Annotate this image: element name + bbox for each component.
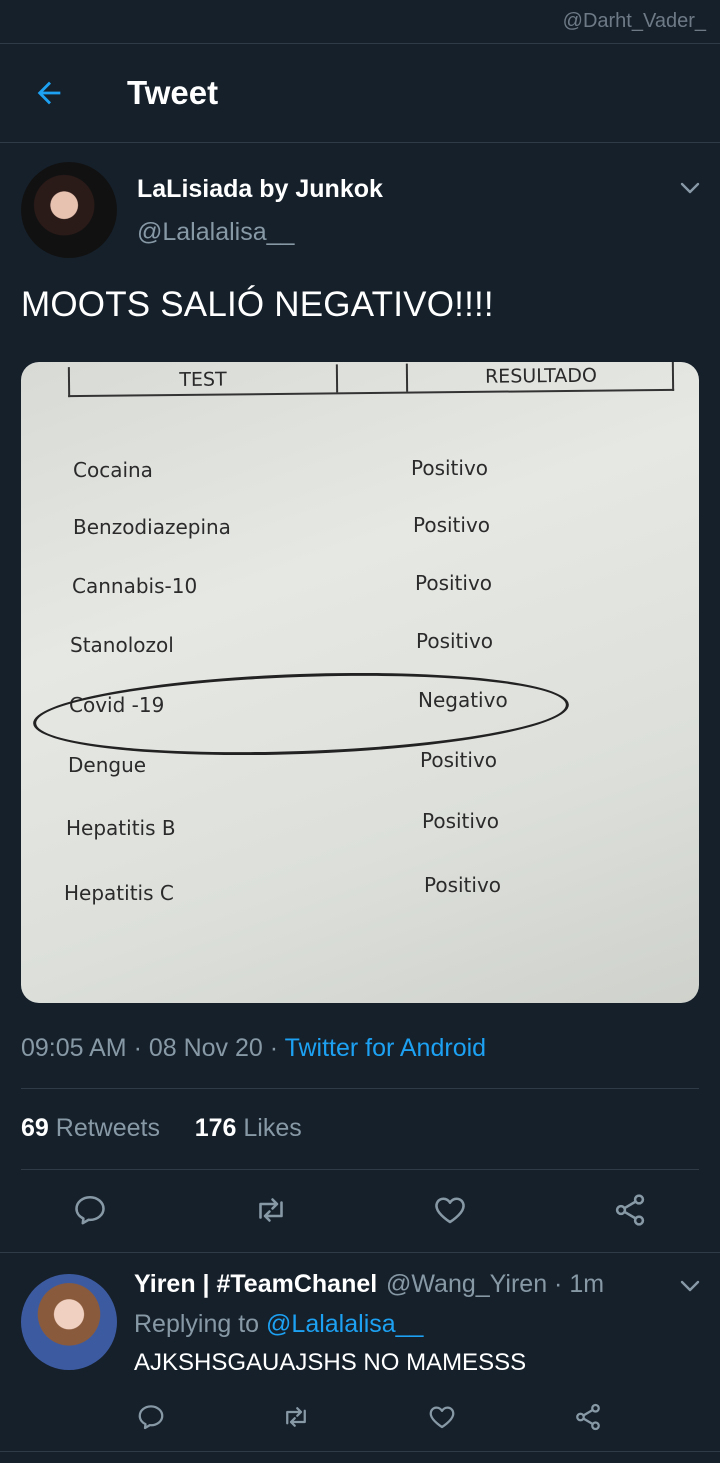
like-icon[interactable] bbox=[427, 1402, 457, 1432]
col-result: RESULTADO bbox=[484, 364, 598, 388]
watermark: @Darht_Vader_ bbox=[562, 10, 706, 32]
table-header: TEST RESULTADO bbox=[67, 362, 675, 398]
test-name: Cocaina bbox=[73, 458, 153, 482]
test-result: Positivo bbox=[422, 809, 500, 833]
avatar[interactable] bbox=[21, 1274, 117, 1370]
author-name[interactable]: LaLisiada by Junkok bbox=[137, 175, 383, 204]
test-name: Stanolozol bbox=[70, 633, 174, 657]
reply-author-name[interactable]: Yiren | #TeamChanel bbox=[134, 1270, 377, 1299]
share-icon[interactable] bbox=[573, 1402, 603, 1432]
page-title: Tweet bbox=[127, 74, 219, 111]
share-icon[interactable] bbox=[612, 1192, 648, 1228]
divider bbox=[21, 1088, 699, 1089]
retweets-label[interactable]: Retweets bbox=[56, 1114, 160, 1142]
test-name: Hepatitis B bbox=[66, 816, 176, 840]
retweet-icon[interactable] bbox=[253, 1192, 289, 1228]
divider bbox=[21, 1169, 699, 1170]
col-test: TEST bbox=[179, 368, 227, 392]
tweet-meta: 09:05 AM · 08 Nov 20 · Twitter for Andro… bbox=[21, 1034, 486, 1063]
header: Tweet bbox=[0, 44, 720, 142]
retweets-count[interactable]: 69 bbox=[21, 1114, 49, 1142]
test-result: Positivo bbox=[424, 873, 502, 897]
test-name: Benzodiazepina bbox=[73, 515, 231, 539]
replying-mention[interactable]: @Lalalalisa__ bbox=[266, 1310, 423, 1338]
author-handle[interactable]: @Lalalalisa__ bbox=[137, 218, 294, 247]
replying-prefix: Replying to bbox=[134, 1310, 267, 1338]
avatar[interactable] bbox=[21, 162, 117, 258]
reply-text: AJKSHSGAUAJSHS NO MAMESSS bbox=[134, 1349, 527, 1376]
test-name: Hepatitis C bbox=[64, 881, 174, 905]
reply-author-handle[interactable]: @Wang_Yiren · 1m bbox=[386, 1270, 604, 1299]
divider bbox=[0, 142, 720, 143]
reply-icon[interactable] bbox=[72, 1192, 108, 1228]
divider bbox=[0, 1252, 720, 1253]
tweet-stats: 69 Retweets 176 Likes bbox=[21, 1114, 302, 1143]
likes-label[interactable]: Likes bbox=[243, 1114, 301, 1142]
test-result: Positivo bbox=[420, 748, 498, 772]
chevron-down-icon[interactable] bbox=[678, 1274, 702, 1298]
back-arrow-icon[interactable] bbox=[32, 76, 66, 110]
test-name: Cannabis-10 bbox=[72, 574, 198, 598]
likes-count[interactable]: 176 bbox=[195, 1114, 237, 1142]
replying-to: Replying to @Lalalalisa__ bbox=[134, 1310, 423, 1339]
test-name: Dengue bbox=[68, 753, 147, 777]
source-app-link[interactable]: Twitter for Android bbox=[285, 1034, 486, 1062]
divider bbox=[0, 1451, 720, 1452]
reply-icon[interactable] bbox=[136, 1402, 166, 1432]
tweet-timestamp: 09:05 AM · 08 Nov 20 · bbox=[21, 1034, 285, 1062]
test-result: Positivo bbox=[411, 456, 489, 480]
tweet-text: MOOTS SALIÓ NEGATIVO!!!! bbox=[21, 285, 494, 324]
test-result: Positivo bbox=[413, 513, 491, 537]
retweet-icon[interactable] bbox=[281, 1402, 311, 1432]
test-result: Positivo bbox=[416, 629, 494, 653]
tweet-photo[interactable]: TEST RESULTADO Cocaina Positivo Benzodia… bbox=[21, 362, 699, 1003]
chevron-down-icon[interactable] bbox=[678, 176, 702, 200]
test-result: Positivo bbox=[415, 571, 493, 595]
like-icon[interactable] bbox=[432, 1192, 468, 1228]
